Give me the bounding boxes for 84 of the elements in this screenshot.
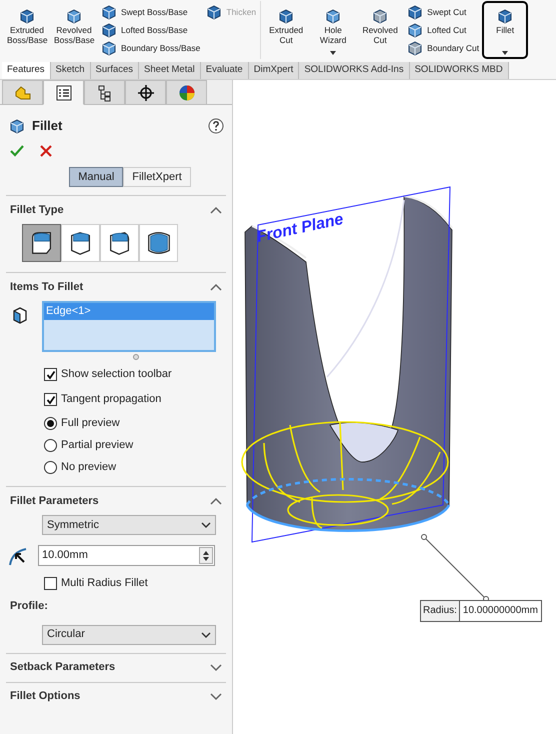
ribbon-command[interactable]: Hole Wizard [310,1,356,59]
ribbon-command[interactable]: Revolved Boss/Base [51,1,97,59]
crosshair-icon [136,84,154,102]
mode-tab[interactable]: Manual [69,167,124,187]
ribbon-command[interactable]: Swept Boss/Base [100,3,200,21]
panel-title: Fillet [32,117,62,136]
checkbox-label: Multi Radius Fillet [61,576,148,591]
ribbon-command[interactable]: Extruded Boss/Base [4,1,50,59]
section-title: Items To Fillet [10,280,84,295]
dropdown-chevron-icon[interactable] [201,632,211,638]
help-icon[interactable] [208,118,224,134]
dimension-label: Radius: [421,601,460,621]
cancel-icon[interactable] [40,145,52,157]
radio-label: No preview [61,460,116,475]
radio-label: Full preview [61,416,120,431]
part-icon [12,84,32,102]
plane-label: Front Plane [255,210,345,246]
part-icon [18,7,36,25]
fillet-type-button[interactable] [22,224,61,262]
section-title: Fillet Type [10,202,64,218]
radio-button[interactable] [44,438,57,452]
radio-button[interactable] [44,416,57,430]
radio-button[interactable] [44,460,57,474]
part-icon [100,21,118,39]
part-icon [65,7,83,25]
ribbon-tab[interactable]: Surfaces [90,62,140,79]
part-icon [205,3,224,21]
ribbon-command[interactable]: Swept Cut [406,3,480,21]
spin-buttons[interactable] [199,547,213,564]
dropdown-chevron-icon[interactable] [201,522,211,528]
ribbon-command[interactable]: Lofted Cut [406,21,480,39]
part-icon [100,3,118,21]
part-icon [100,39,118,57]
part-icon [406,3,424,21]
part-icon [406,39,424,57]
caret-icon[interactable] [330,51,336,55]
dropdown-field[interactable]: Symmetric [42,515,216,535]
dimension-value[interactable]: 10.00000000mm [460,601,541,621]
part-icon [324,7,342,25]
part-icon [277,7,296,25]
ribbon-tab[interactable]: Sheet Metal [139,62,201,79]
fillet-icon [8,117,26,135]
section-title: Setback Parameters [10,660,116,676]
color-ball-icon [178,84,196,102]
panel-tab[interactable] [84,80,125,105]
ribbon-tab[interactable]: SOLIDWORKS MBD [410,62,509,79]
expand-chevron-icon[interactable] [210,692,222,700]
ribbon-command[interactable]: Boundary Cut [406,39,480,57]
checkbox-label: Tangent propagation [61,392,162,408]
ribbon-command[interactable]: Lofted Boss/Base [100,21,200,39]
checkbox[interactable] [44,368,57,381]
part-icon [371,7,390,25]
dropdown-field[interactable]: Circular [42,624,216,644]
ribbon-command[interactable]: Boundary Boss/Base [100,39,200,57]
ribbon-command[interactable]: Revolved Cut [357,1,404,59]
part-icon [496,7,514,25]
checkbox-label: Show selection toolbar [61,367,172,382]
ribbon-tab[interactable]: DimXpert [248,62,300,79]
tree-icon [96,84,114,102]
section-title: Fillet Parameters [10,494,99,509]
ribbon-command[interactable]: Extruded Cut [263,1,310,59]
ribbon-tab[interactable]: SOLIDWORKS Add-Ins [299,62,410,79]
list-icon [54,84,72,102]
panel-tab[interactable] [43,80,84,105]
radio-label: Partial preview [61,438,134,453]
mode-tab[interactable]: FilletXpert [123,167,191,187]
section-title: Fillet Options [10,689,80,704]
radius-field[interactable]: 10.00mm [38,545,215,566]
ribbon-tab[interactable]: Sketch [50,62,91,79]
expand-chevron-icon[interactable] [210,664,222,672]
profile-label: Profile: [9,599,49,614]
panel-tab[interactable] [125,80,166,105]
ribbon-command[interactable]: Fillet [482,1,528,59]
caret-icon[interactable] [502,51,508,55]
ribbon-tab[interactable]: Features [2,62,50,79]
checkbox[interactable] [44,576,57,590]
ribbon-tab[interactable]: Evaluate [200,62,249,79]
collapse-chevron-icon[interactable] [210,206,222,214]
checkbox[interactable] [44,393,57,406]
resize-handle[interactable] [133,354,139,360]
part-icon [406,21,424,39]
confirm-icon[interactable] [10,145,24,157]
collapse-chevron-icon[interactable] [210,283,222,291]
collapse-chevron-icon[interactable] [210,497,222,505]
